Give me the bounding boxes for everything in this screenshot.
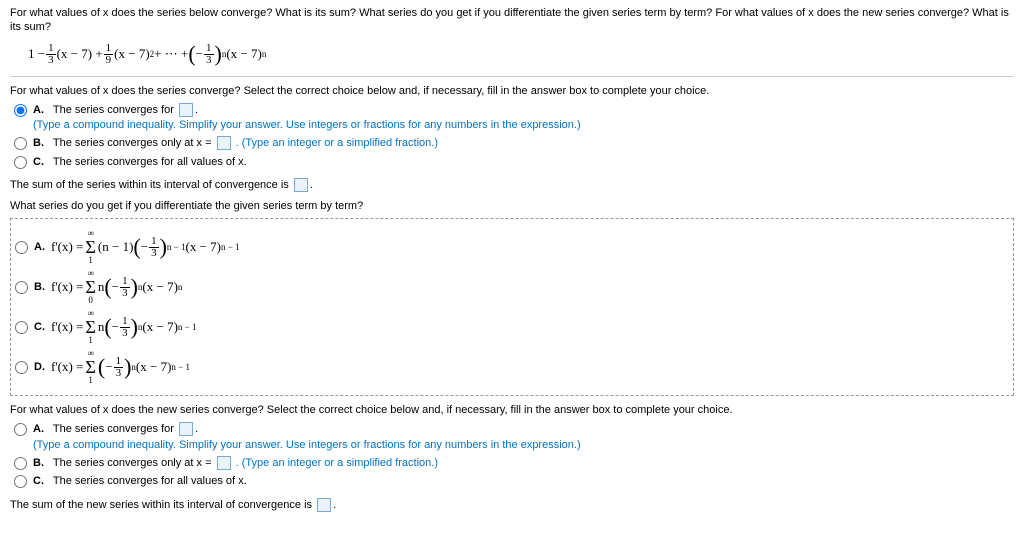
label-b: B. — [33, 137, 44, 149]
choice-1c-text: The series converges for all values of x… — [53, 156, 247, 168]
radio-1b[interactable] — [14, 137, 27, 150]
main-series-formula: 1 − 13(x − 7) + 19(x − 7)2 + ⋯ + (− 13)n… — [28, 43, 1014, 66]
radio-2c[interactable] — [15, 321, 28, 334]
choice-2c[interactable]: C. f'(x) = ∞Σ1 n(− 13)n (x − 7)n − 1 — [15, 309, 1009, 345]
sum-stmt2-text: The sum of the new series within its int… — [10, 499, 315, 511]
choice-1b[interactable]: B. The series converges only at x = . (T… — [14, 136, 1014, 151]
choice-3a-hint: (Type a compound inequality. Simplify yo… — [33, 439, 581, 451]
radio-2d[interactable] — [15, 361, 28, 374]
choice-1a-text: The series converges for — [53, 104, 177, 116]
formula-2a: f'(x) = ∞Σ1 (n − 1)(− 13)n − 1 (x − 7)n … — [51, 229, 240, 265]
choice-3b-hint: . (Type an integer or a simplified fract… — [236, 457, 438, 469]
radio-1a[interactable] — [14, 104, 27, 117]
fillbox-3a[interactable] — [179, 422, 193, 436]
label-a: A. — [33, 104, 44, 116]
period-1a: . — [195, 104, 198, 116]
choice-3a[interactable]: A. The series converges for . (Type a co… — [14, 422, 1014, 453]
fillbox-sum2[interactable] — [317, 498, 331, 512]
choice-3b[interactable]: B. The series converges only at x = . (T… — [14, 456, 1014, 471]
choice-1c[interactable]: C. The series converges for all values o… — [14, 155, 1014, 170]
choice-3a-text: The series converges for — [53, 423, 177, 435]
fillbox-1b[interactable] — [217, 136, 231, 150]
label-3b: B. — [33, 457, 44, 469]
choice-2d[interactable]: D. f'(x) = ∞Σ1 (− 13)n (x − 7)n − 1 — [15, 349, 1009, 385]
radio-2a[interactable] — [15, 241, 28, 254]
choice-3c-text: The series converges for all values of x… — [53, 475, 247, 487]
choice-1b-text: The series converges only at x = — [53, 137, 215, 149]
divider — [10, 76, 1014, 77]
choice-1b-hint: . (Type an integer or a simplified fract… — [236, 137, 438, 149]
radio-3b[interactable] — [14, 457, 27, 470]
sum-statement-1: The sum of the series within its interva… — [10, 178, 1014, 192]
radio-1c[interactable] — [14, 156, 27, 169]
fillbox-sum1[interactable] — [294, 178, 308, 192]
choice-3c[interactable]: C. The series converges for all values o… — [14, 474, 1014, 489]
period-3a: . — [195, 423, 198, 435]
label-2c: C. — [34, 321, 45, 333]
choice-1a-hint: (Type a compound inequality. Simplify yo… — [33, 119, 581, 131]
label-3a: A. — [33, 423, 44, 435]
radio-2b[interactable] — [15, 281, 28, 294]
choice-group-3: A. The series converges for . (Type a co… — [14, 422, 1014, 490]
choice-3b-text: The series converges only at x = — [53, 457, 215, 469]
label-2a: A. — [34, 241, 45, 253]
radio-3c[interactable] — [14, 475, 27, 488]
choice-2a[interactable]: A. f'(x) = ∞Σ1 (n − 1)(− 13)n − 1 (x − 7… — [15, 229, 1009, 265]
fillbox-1a[interactable] — [179, 103, 193, 117]
fillbox-3b[interactable] — [217, 456, 231, 470]
sum-statement-2: The sum of the new series within its int… — [10, 498, 1014, 512]
sum-stmt-text: The sum of the series within its interva… — [10, 179, 292, 191]
formula-2b: f'(x) = ∞Σ0 n(− 13)n (x − 7)n — [51, 269, 182, 305]
period-sum1: . — [310, 179, 313, 191]
label-c: C. — [33, 156, 44, 168]
diff-question: What series do you get if you differenti… — [10, 200, 1014, 212]
subquestion-1: For what values of x does the series con… — [10, 85, 1014, 97]
formula-2d: f'(x) = ∞Σ1 (− 13)n (x − 7)n − 1 — [51, 349, 190, 385]
label-2b: B. — [34, 281, 45, 293]
choice-1a[interactable]: A. The series converges for . (Type a co… — [14, 103, 1014, 134]
formula-2c: f'(x) = ∞Σ1 n(− 13)n (x − 7)n − 1 — [51, 309, 196, 345]
derivative-choices: A. f'(x) = ∞Σ1 (n − 1)(− 13)n − 1 (x − 7… — [10, 218, 1014, 396]
period-sum2: . — [333, 499, 336, 511]
label-3c: C. — [33, 475, 44, 487]
subquestion-3: For what values of x does the new series… — [10, 404, 1014, 416]
label-2d: D. — [34, 361, 45, 373]
question-intro: For what values of x does the series bel… — [10, 6, 1014, 35]
choice-group-1: A. The series converges for . (Type a co… — [14, 103, 1014, 171]
choice-2b[interactable]: B. f'(x) = ∞Σ0 n(− 13)n (x − 7)n — [15, 269, 1009, 305]
radio-3a[interactable] — [14, 423, 27, 436]
